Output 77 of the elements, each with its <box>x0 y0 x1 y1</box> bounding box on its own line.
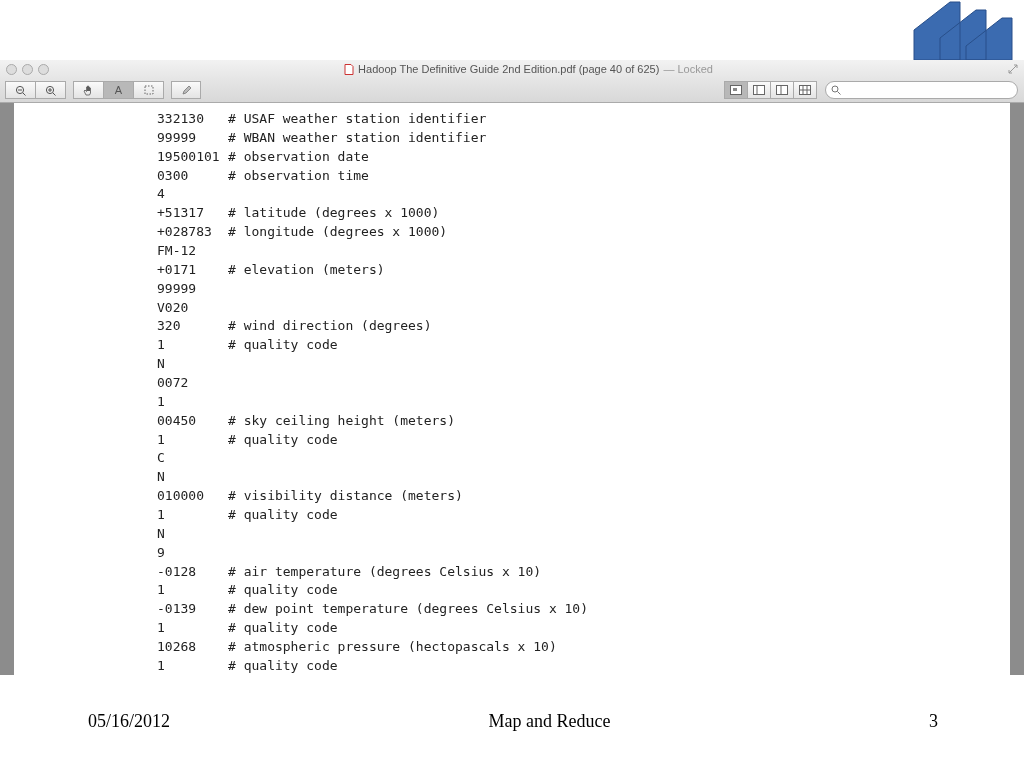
record-value: -0128 <box>157 563 198 579</box>
field-comment: # dew point temperature (degrees Celsius x 10) <box>228 601 590 617</box>
record-value: +0171 <box>157 261 198 277</box>
slide-number: 3 <box>929 711 938 732</box>
zoom-out-button[interactable] <box>5 81 36 99</box>
record-value: 0300 <box>157 167 190 183</box>
field-comment: # quality code <box>228 431 339 447</box>
record-value: V020 <box>157 299 190 315</box>
record-value: N <box>157 356 166 372</box>
hand-icon <box>83 84 94 96</box>
record-value: 1 <box>157 393 166 409</box>
hand-tool-button[interactable] <box>73 81 104 99</box>
pencil-icon <box>180 84 192 96</box>
field-comment: # latitude (degrees x 1000) <box>228 205 441 221</box>
pdf-file-icon <box>344 63 355 75</box>
record-value: 1 <box>157 582 166 598</box>
record-value: C <box>157 450 166 466</box>
field-comment: # elevation (meters) <box>228 261 386 277</box>
field-comment: # sky ceiling height (meters) <box>228 412 456 428</box>
view-single-button[interactable] <box>724 81 748 99</box>
zoom-in-button[interactable] <box>35 81 66 99</box>
zoom-out-icon <box>15 84 26 96</box>
field-comment: # air temperature (degrees Celsius x 10) <box>228 563 543 579</box>
field-comment: # USAF weather station identifier <box>228 110 488 126</box>
record-value: +51317 <box>157 205 205 221</box>
record-value: 99999 <box>157 129 198 145</box>
record-value: 19500101 <box>157 148 221 164</box>
select-tool-button[interactable] <box>133 81 164 99</box>
record-value: 1 <box>157 657 166 673</box>
zoom-in-icon <box>45 84 56 96</box>
annotate-button[interactable] <box>171 81 201 99</box>
record-value: N <box>157 525 166 541</box>
locked-status: — Locked <box>663 63 713 75</box>
field-comment: # visibility distance (meters) <box>228 488 464 504</box>
field-comment: # atmospheric pressure (hectopascals x 10) <box>228 639 558 654</box>
field-comment: # quality code <box>228 620 339 636</box>
panel-icon <box>776 85 788 95</box>
field-comment: # quality code <box>228 582 339 598</box>
record-value: 0072 <box>157 374 190 390</box>
record-value: FM-12 <box>157 242 198 258</box>
grid-icon <box>799 85 811 95</box>
record-value: 10268 <box>157 639 198 654</box>
text-tool-button[interactable]: A <box>103 81 134 99</box>
selection-icon <box>143 85 154 95</box>
single-page-icon <box>730 85 742 95</box>
field-comment: # wind direction (degrees) <box>228 318 433 334</box>
field-comment: # longitude (degrees x 1000) <box>228 224 449 240</box>
record-value: 1 <box>157 620 166 636</box>
fullscreen-icon[interactable] <box>1008 64 1018 74</box>
record-value: 9 <box>157 544 166 560</box>
view-grid-button[interactable] <box>793 81 817 99</box>
record-value: 00450 <box>157 412 198 428</box>
record-value: 4 <box>157 186 166 202</box>
field-comment: # observation time <box>228 167 370 183</box>
field-comment: # WBAN weather station identifier <box>228 129 488 145</box>
record-value: N <box>157 469 166 485</box>
field-comment: # observation date <box>228 148 370 164</box>
field-comment: # quality code <box>228 337 339 353</box>
record-value: 1 <box>157 431 166 447</box>
slide-date: 05/16/2012 <box>88 711 170 732</box>
search-field[interactable] <box>825 81 1018 99</box>
view-sidebar-button[interactable] <box>747 81 771 99</box>
sidebar-icon <box>753 85 765 95</box>
field-comment: # quality code <box>228 506 339 522</box>
record-value: -0139 <box>157 601 198 617</box>
record-value: 1 <box>157 337 166 353</box>
slide-title: Map and Reduce <box>488 711 611 732</box>
record-value: 1 <box>157 506 166 522</box>
record-value: 010000 <box>157 488 205 504</box>
window-title: Hadoop The Definitive Guide 2nd Edition.pdf (page 40 of 625) <box>358 63 660 75</box>
field-comment: # quality code <box>228 657 339 673</box>
record-value: 320 <box>157 318 182 334</box>
record-value: 99999 <box>157 280 198 296</box>
record-value: +028783 <box>157 224 213 240</box>
search-icon <box>831 85 841 95</box>
view-split-button[interactable] <box>770 81 794 99</box>
record-value: 332130 <box>157 110 205 126</box>
